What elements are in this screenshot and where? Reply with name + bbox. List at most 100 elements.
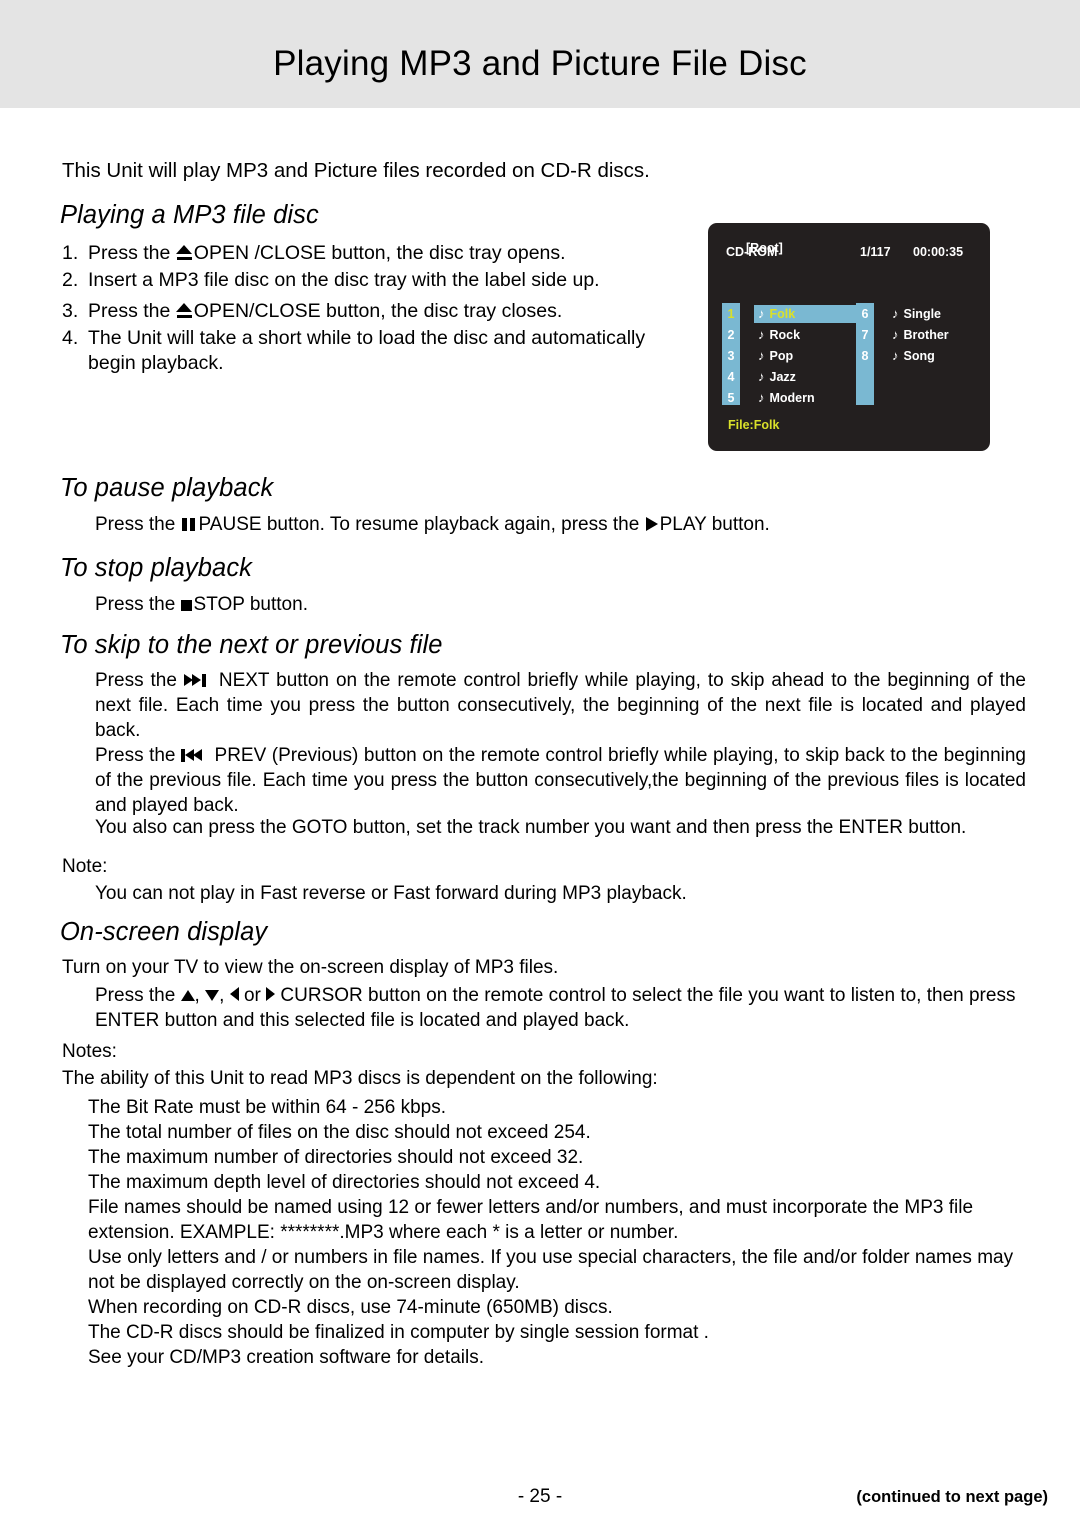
step-number: 4.	[62, 326, 79, 349]
music-note-icon: ♪	[892, 306, 899, 321]
osd-file-index: 4	[727, 369, 735, 384]
osd-file-name-wrap: ♪ Pop	[754, 347, 798, 365]
osd-file-column-2: 6 ♪ Single 7 ♪ Brother 8 ♪ Song	[856, 303, 954, 405]
music-note-icon: ♪	[758, 348, 765, 363]
osd-file-row[interactable]: 5 ♪ Modern	[722, 387, 863, 408]
skip-goto-paragraph: You also can press the GOTO button, set …	[95, 817, 967, 838]
page-content: This Unit will play MP3 and Picture file…	[0, 108, 1080, 1526]
list-item: The Bit Rate must be within 64 - 256 kbp…	[88, 1097, 447, 1118]
osd-file-name: Jazz	[769, 369, 796, 384]
list-item: The CD-R discs should be finalized in co…	[88, 1322, 709, 1343]
eject-icon	[175, 303, 193, 318]
step-text-post: OPEN /CLOSE button, the disc tray opens.	[193, 242, 566, 264]
osd-file-row[interactable]: 4 ♪ Jazz	[722, 366, 863, 387]
osd-file-index: 3	[727, 348, 735, 363]
osd-track-counter: 1/117	[860, 245, 891, 259]
osd-file-row[interactable]: 8 ♪ Song	[856, 345, 954, 366]
heading-playing-mp3-file-disc: Playing a MP3 file disc	[60, 201, 319, 229]
osd-file-name-wrap: ♪ Modern	[754, 389, 820, 407]
page-title: Playing MP3 and Picture File Disc	[273, 44, 807, 83]
osd-file-name: Modern	[769, 390, 815, 405]
list-item: The maximum number of directories should…	[88, 1147, 584, 1168]
list-item: Use only letters and / or numbers in fil…	[88, 1247, 1014, 1293]
osd-file-name: Brother	[903, 327, 949, 342]
osd-cursor-sep-2: ,	[219, 985, 230, 1006]
music-note-icon: ♪	[892, 327, 899, 342]
notes-list: The Bit Rate must be within 64 - 256 kbp…	[88, 1095, 1028, 1370]
note-body: You can not play in Fast reverse or Fast…	[95, 883, 687, 904]
osd-file-name-wrap: ♪ Jazz	[754, 368, 801, 386]
list-item: 3. Press the OPEN/CLOSE button, the disc…	[62, 299, 672, 325]
osd-file-name-wrap: ♪ Song	[888, 347, 940, 365]
stop-text-a: Press the	[95, 594, 181, 615]
osd-file-name: Single	[903, 306, 942, 321]
osd-file-name: Song	[903, 348, 935, 363]
notes-lead-text: The ability of this Unit to read MP3 dis…	[62, 1068, 658, 1089]
osd-file-row[interactable]: 1 ♪ Folk	[722, 303, 863, 324]
step-text: Press the OPEN/CLOSE button, the disc tr…	[88, 299, 672, 325]
list-item: 4. The Unit will take a short while to l…	[62, 326, 672, 377]
pause-text-b: PAUSE button. To resume playback again, …	[198, 514, 645, 535]
osd-folder-path: [Root]	[746, 241, 783, 255]
osd-intro-text: Turn on your TV to view the on-screen di…	[62, 957, 559, 978]
stop-text-b: STOP button.	[193, 594, 308, 615]
list-item: 1. Press the OPEN /CLOSE button, the dis…	[62, 241, 672, 267]
osd-file-index: 6	[861, 306, 869, 321]
notes-label: Notes:	[62, 1041, 117, 1062]
osd-file-index: 5	[727, 390, 735, 405]
osd-cursor-sep-1: ,	[194, 985, 206, 1006]
play-icon	[645, 517, 658, 531]
step-number: 2.	[62, 268, 79, 291]
osd-file-index: 2	[727, 327, 735, 342]
step-text-pre: Press the	[88, 242, 176, 264]
heading-skip-next-previous-file: To skip to the next or previous file	[60, 631, 443, 659]
pause-text-a: Press the	[95, 514, 181, 535]
osd-file-row[interactable]: 7 ♪ Brother	[856, 324, 954, 345]
music-note-icon: ♪	[758, 306, 765, 321]
on-screen-display-illustration: CD-ROM 1/117 00:00:35 [Root] 1 ♪ Folk 2 ♪…	[708, 223, 990, 451]
step-text: Insert a MP3 file disc on the disc tray …	[88, 268, 600, 291]
pause-icon	[181, 518, 197, 531]
heading-to-stop-playback: To stop playback	[60, 554, 253, 582]
osd-file-index: 7	[861, 327, 869, 342]
heading-to-pause-playback: To pause playback	[60, 474, 274, 502]
music-note-icon: ♪	[758, 369, 765, 384]
stop-instruction-text: Press the STOP button.	[95, 592, 1025, 617]
osd-elapsed-time: 00:00:35	[913, 245, 964, 259]
skip-prev-paragraph: Press the PREV (Previous) button on the …	[95, 743, 1026, 818]
list-item: The maximum depth level of directories s…	[88, 1172, 601, 1193]
pause-text-c: PLAY button.	[659, 514, 770, 535]
skip-next-text-a: Press the	[95, 670, 184, 691]
music-note-icon: ♪	[758, 327, 765, 342]
playing-steps-list: 1. Press the OPEN /CLOSE button, the dis…	[62, 241, 672, 378]
continued-note: (continued to next page)	[856, 1488, 1048, 1506]
music-note-icon: ♪	[758, 390, 765, 405]
pause-instruction-text: Press the PAUSE button. To resume playba…	[95, 512, 1025, 537]
osd-file-index: 8	[861, 348, 869, 363]
list-item: See your CD/MP3 creation software for de…	[88, 1347, 485, 1368]
cursor-up-icon	[180, 990, 195, 1001]
intro-text: This Unit will play MP3 and Picture file…	[62, 159, 650, 182]
osd-file-index: 1	[727, 306, 735, 321]
osd-file-row[interactable]: 2 ♪ Rock	[722, 324, 863, 345]
list-item: The total number of files on the disc sh…	[88, 1122, 591, 1143]
music-note-icon: ♪	[892, 348, 899, 363]
list-item: File names should be named using 12 or f…	[88, 1197, 974, 1243]
note-label: Note:	[62, 856, 108, 877]
list-item: 2. Insert a MP3 file disc on the disc tr…	[62, 268, 672, 294]
cursor-right-icon	[266, 987, 276, 1001]
osd-file-name-wrap: ♪ Rock	[754, 326, 805, 344]
step-text-pre: Press the	[88, 300, 176, 322]
step-number: 3.	[62, 300, 79, 322]
osd-file-row[interactable]: 6 ♪ Single	[856, 303, 954, 324]
skip-prev-text-b: PREV (Previous) button on the remote con…	[95, 745, 1026, 816]
osd-file-row[interactable]: 3 ♪ Pop	[722, 345, 863, 366]
eject-icon	[175, 245, 193, 260]
osd-file-name: Folk	[769, 306, 796, 321]
skip-next-paragraph: Press the NEXT button on the remote cont…	[95, 668, 1026, 743]
osd-file-columns: 1 ♪ Folk 2 ♪ Rock 3 ♪ Pop 4 ♪ Jazz 5 ♪ Mode	[708, 303, 990, 408]
step-text: The Unit will take a short while to load…	[88, 326, 646, 375]
step-text-post: OPEN/CLOSE button, the disc tray closes.	[193, 300, 563, 322]
step-number: 1.	[62, 242, 79, 264]
stop-icon	[180, 600, 192, 611]
